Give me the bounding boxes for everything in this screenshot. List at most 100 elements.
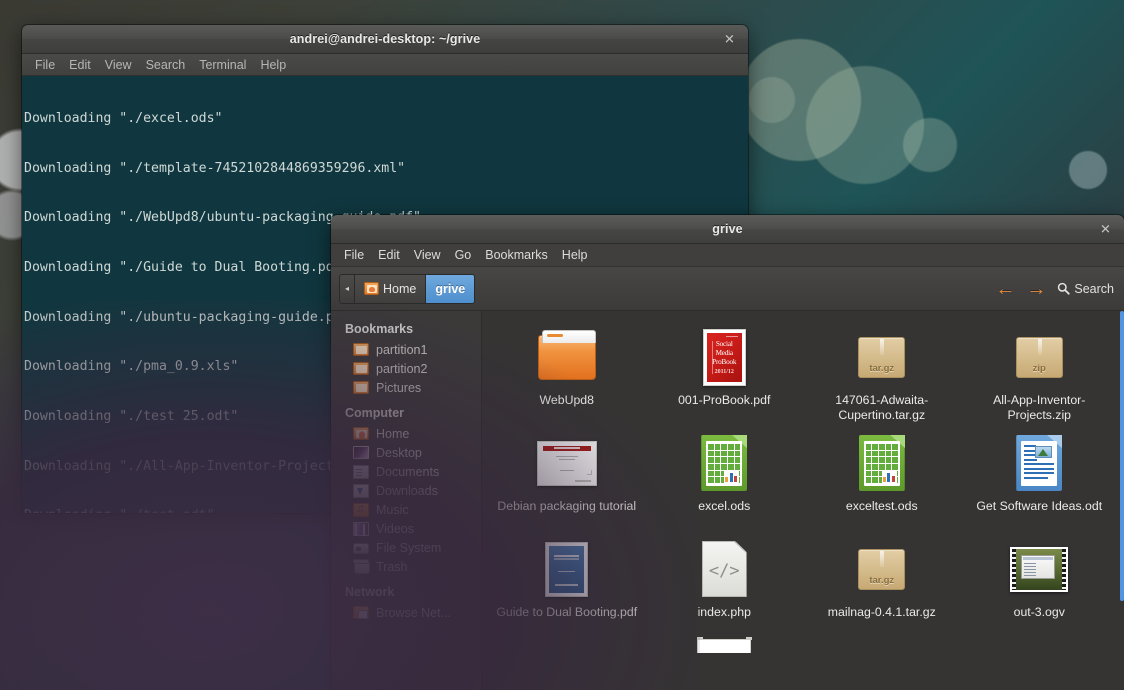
breadcrumb-item-home[interactable]: Home	[355, 275, 426, 303]
sidebar-item-videos[interactable]: Videos	[331, 519, 481, 538]
file-item-partial-placeholder[interactable]	[488, 639, 646, 659]
video-thumbnail-icon	[1007, 537, 1071, 601]
search-button[interactable]: Search	[1057, 282, 1114, 296]
file-label: exceltest.ods	[846, 499, 918, 514]
archive-tag: tar.gz	[869, 575, 894, 586]
breadcrumb[interactable]: ◂ Home grive	[339, 274, 475, 304]
sidebar-item-label: Browse Net...	[376, 606, 451, 620]
file-manager-window[interactable]: grive ✕ File Edit View Go Bookmarks Help…	[331, 215, 1124, 690]
sidebar-item-partition1[interactable]: partition1	[331, 340, 481, 359]
file-label: excel.ods	[698, 499, 750, 514]
terminal-title: andrei@andrei-desktop: ~/grive	[290, 32, 481, 46]
filemanager-menubar[interactable]: File Edit View Go Bookmarks Help	[331, 244, 1124, 267]
forward-button[interactable]: →	[1026, 279, 1046, 299]
sidebar-item-music[interactable]: Music	[331, 500, 481, 519]
code-file-icon: </>	[692, 537, 756, 601]
document-thumbnail-icon	[692, 639, 756, 655]
sidebar-item-partition2[interactable]: partition2	[331, 359, 481, 378]
document-thumbnail-icon	[535, 431, 599, 495]
file-item-webupd8[interactable]: WebUpd8	[488, 321, 646, 427]
file-list-view[interactable]: WebUpd8 Social Media ProBook 2011/12	[482, 311, 1124, 690]
sidebar-item-label: partition2	[376, 362, 427, 376]
file-item-partial-placeholder[interactable]	[803, 639, 961, 659]
cover-year: 2011/12	[715, 369, 734, 375]
filemanager-close-button[interactable]: ✕	[1097, 221, 1114, 238]
file-item-debian-packaging-tutorial[interactable]: Debian packaging tutorial	[488, 427, 646, 533]
menu-item-file[interactable]: File	[28, 57, 62, 73]
terminal-menubar[interactable]: File Edit View Search Terminal Help	[22, 54, 748, 76]
sidebar-item-file-system[interactable]: File System	[331, 538, 481, 557]
file-item-all-app-inventor-projects-zip[interactable]: zip All-App-Inventor-Projects.zip	[961, 321, 1119, 427]
menu-item-view[interactable]: View	[407, 247, 448, 263]
menu-item-search[interactable]: Search	[139, 57, 193, 73]
cover-title-line: Media	[716, 349, 733, 357]
sidebar-item-label: Trash	[376, 560, 408, 574]
file-label: WebUpd8	[540, 393, 594, 408]
file-label: Get Software Ideas.odt	[976, 499, 1102, 514]
sidebar-item-home[interactable]: Home	[331, 424, 481, 443]
menu-item-help[interactable]: Help	[253, 57, 293, 73]
sidebar-item-trash[interactable]: Trash	[331, 557, 481, 576]
sidebar-item-label: Documents	[376, 465, 439, 479]
archive-icon: tar.gz	[850, 537, 914, 601]
documents-icon	[353, 465, 369, 479]
file-grid: WebUpd8 Social Media ProBook 2011/12	[482, 321, 1124, 659]
menu-item-go[interactable]: Go	[448, 247, 479, 263]
pdf-thumbnail-icon	[535, 537, 599, 601]
file-item-guide-to-dual-booting-pdf[interactable]: Guide to Dual Booting.pdf	[488, 533, 646, 639]
videos-icon	[353, 522, 369, 536]
terminal-titlebar[interactable]: andrei@andrei-desktop: ~/grive ✕	[22, 25, 748, 54]
file-label: 147061-Adwaita-Cupertino.tar.gz	[808, 393, 956, 422]
sidebar-item-pictures[interactable]: Pictures	[331, 378, 481, 397]
scrollbar-thumb[interactable]	[1120, 311, 1124, 601]
file-item-excel-ods[interactable]: excel.ods	[646, 427, 804, 533]
file-label: Guide to Dual Booting.pdf	[496, 605, 637, 620]
vertical-scrollbar[interactable]	[1120, 311, 1124, 690]
desktop-icon	[353, 446, 369, 459]
file-item-index-php[interactable]: </> index.php	[646, 533, 804, 639]
menu-item-edit[interactable]: Edit	[62, 57, 98, 73]
sidebar-item-label: partition1	[376, 343, 427, 357]
menu-item-file[interactable]: File	[337, 247, 371, 263]
back-button[interactable]: ←	[995, 279, 1015, 299]
menu-item-edit[interactable]: Edit	[371, 247, 407, 263]
file-item-partial-placeholder[interactable]	[961, 639, 1119, 659]
file-item-001-probook-pdf[interactable]: Social Media ProBook 2011/12 001-ProBook…	[646, 321, 804, 427]
terminal-close-button[interactable]: ✕	[721, 31, 738, 48]
magnifier-icon	[1057, 282, 1070, 295]
filemanager-toolbar: ◂ Home grive ← → Search	[331, 267, 1124, 311]
file-item-out-3-ogv[interactable]: out-3.ogv	[961, 533, 1119, 639]
trash-icon	[354, 561, 370, 574]
sidebar-header-network: Network	[331, 582, 481, 603]
menu-item-bookmarks[interactable]: Bookmarks	[478, 247, 555, 263]
breadcrumb-item-grive[interactable]: grive	[426, 275, 474, 303]
file-item-mailnag-targz[interactable]: tar.gz mailnag-0.4.1.tar.gz	[803, 533, 961, 639]
archive-tag: zip	[1033, 363, 1046, 374]
sidebar-item-desktop[interactable]: Desktop	[331, 443, 481, 462]
sidebar-item-downloads[interactable]: Downloads	[331, 481, 481, 500]
sidebar-header-computer: Computer	[331, 403, 481, 424]
folder-icon	[353, 381, 369, 394]
folder-icon	[535, 325, 599, 389]
file-label: out-3.ogv	[1014, 605, 1065, 620]
breadcrumb-overflow-button[interactable]: ◂	[340, 275, 355, 303]
breadcrumb-label: Home	[383, 282, 416, 296]
archive-icon: tar.gz	[850, 325, 914, 389]
spreadsheet-icon	[850, 431, 914, 495]
file-label: index.php	[698, 605, 751, 620]
sidebar-item-browse-network[interactable]: Browse Net...	[331, 603, 481, 622]
file-item-exceltest-ods[interactable]: exceltest.ods	[803, 427, 961, 533]
sidebar[interactable]: Bookmarks partition1 partition2 Pictures…	[331, 311, 482, 690]
file-item-get-software-ideas-odt[interactable]: Get Software Ideas.odt	[961, 427, 1119, 533]
filemanager-titlebar[interactable]: grive ✕	[331, 215, 1124, 244]
menu-item-view[interactable]: View	[98, 57, 139, 73]
file-item-partial[interactable]	[646, 639, 804, 659]
cover-title-line: Social	[716, 340, 733, 348]
archive-tag: tar.gz	[869, 363, 894, 374]
menu-item-help[interactable]: Help	[555, 247, 595, 263]
file-item-adwaita-cupertino-targz[interactable]: tar.gz 147061-Adwaita-Cupertino.tar.gz	[803, 321, 961, 427]
sidebar-item-documents[interactable]: Documents	[331, 462, 481, 481]
downloads-icon	[353, 484, 369, 498]
menu-item-terminal[interactable]: Terminal	[192, 57, 253, 73]
sidebar-item-label: Pictures	[376, 381, 421, 395]
